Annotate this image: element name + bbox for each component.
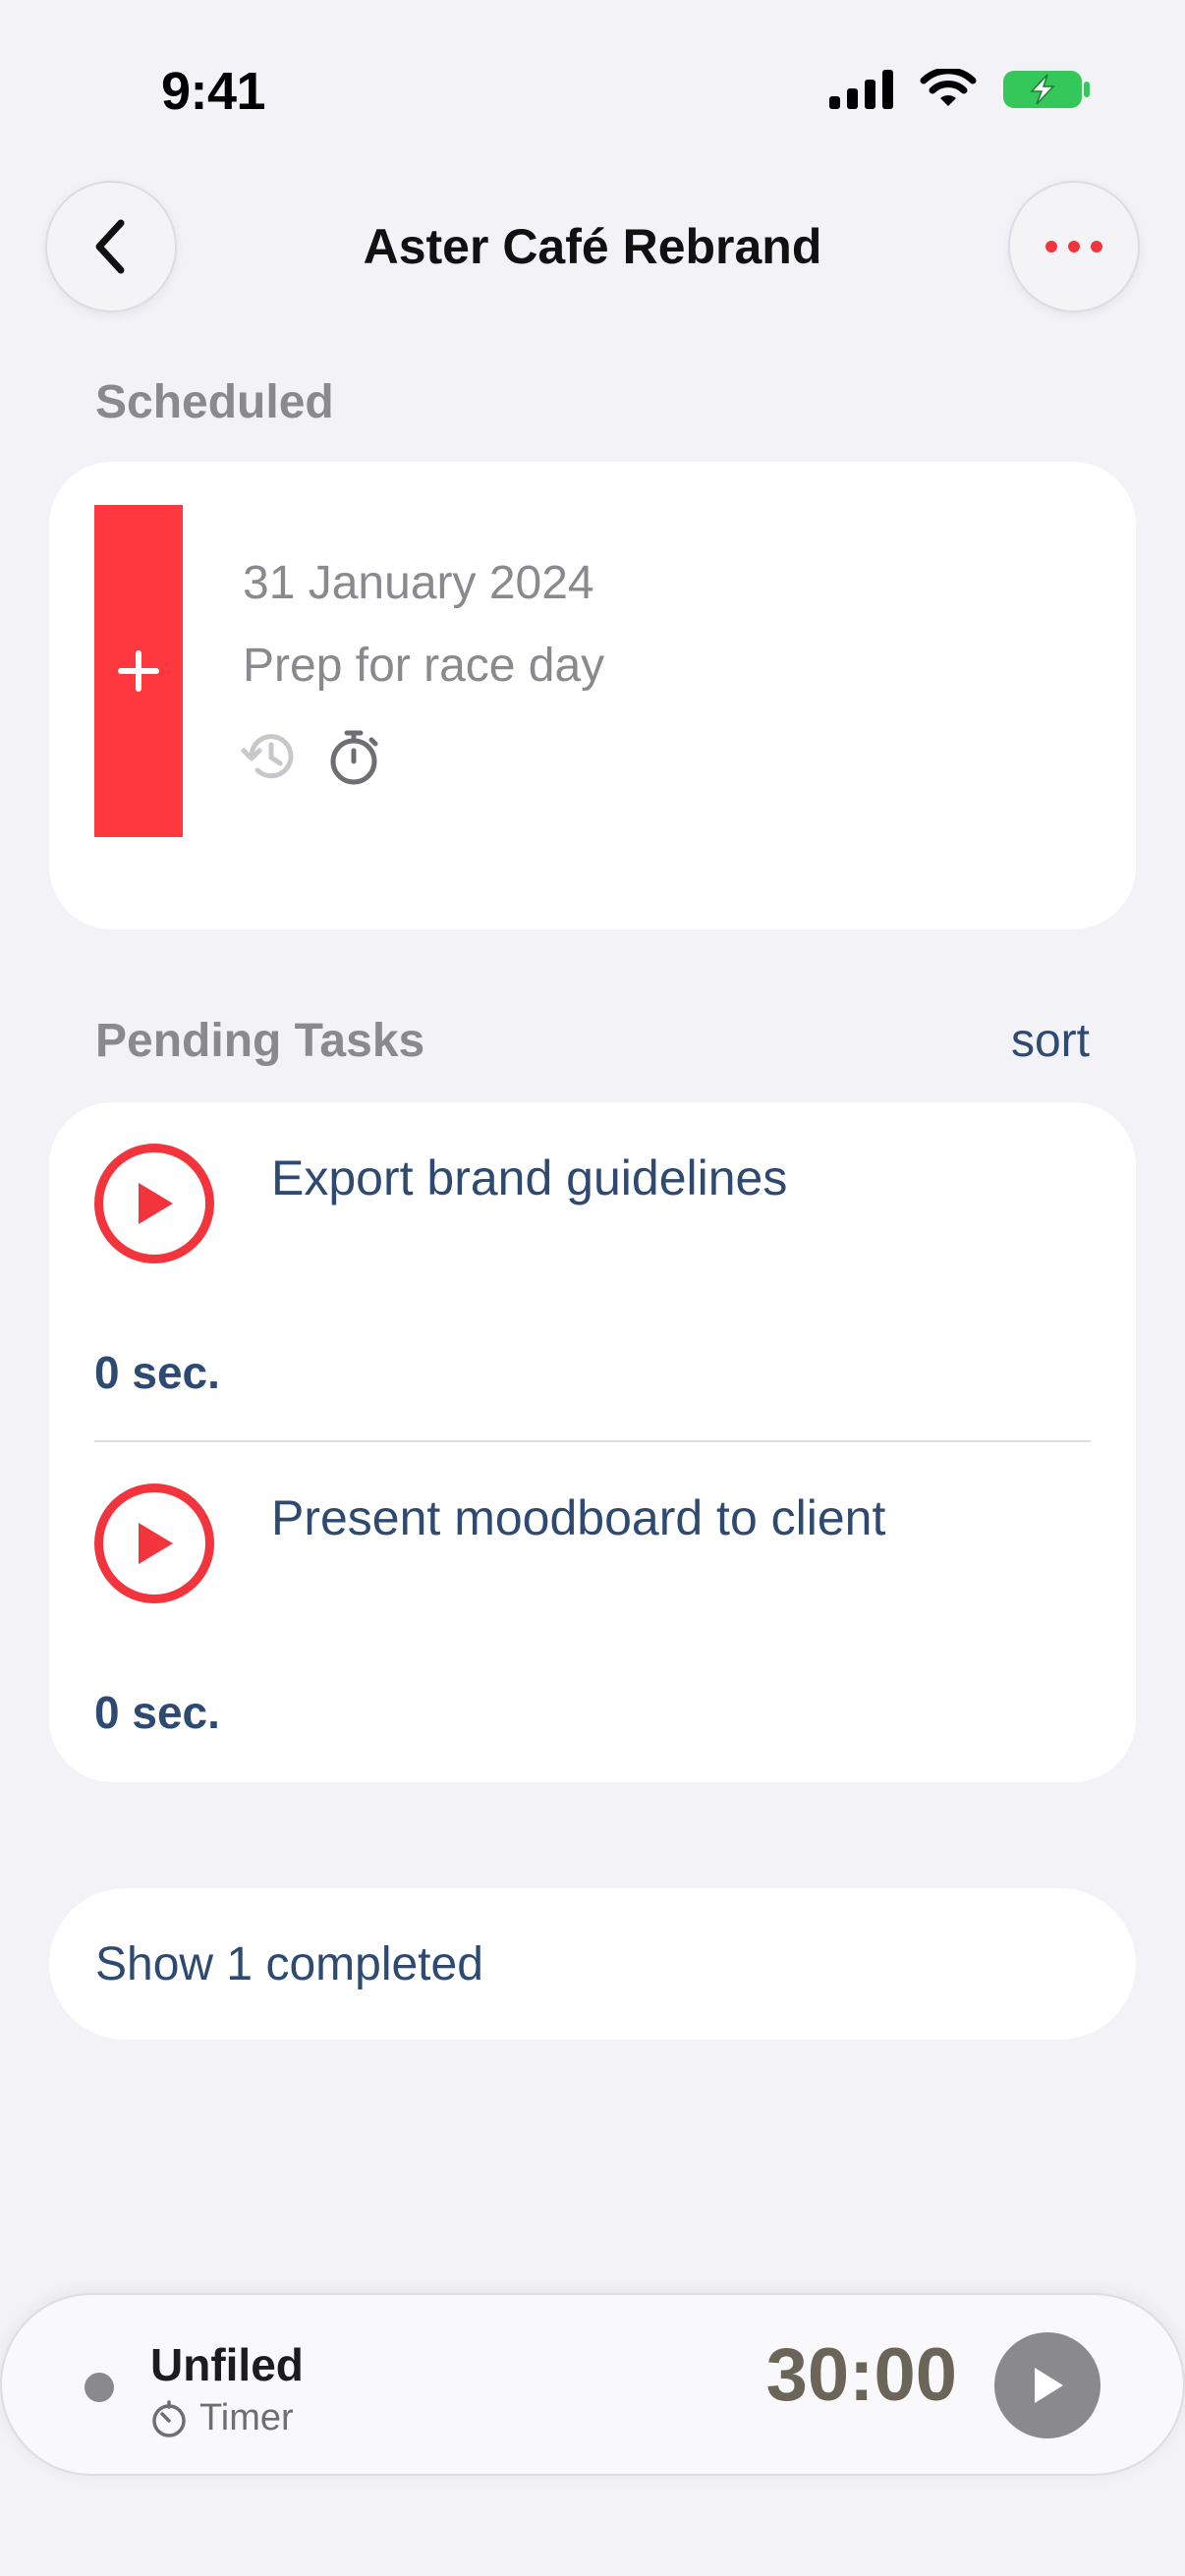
- add-scheduled-button[interactable]: [94, 505, 183, 837]
- show-completed-button[interactable]: Show 1 completed: [49, 1888, 1136, 2040]
- pending-tasks-list: Export brand guidelines 0 sec. Present m…: [49, 1102, 1136, 1782]
- task-duration: 0 sec.: [94, 1347, 220, 1398]
- more-options-button[interactable]: [1008, 181, 1140, 312]
- scheduled-name: Prep for race day: [243, 640, 605, 692]
- wifi-icon: [920, 69, 977, 106]
- plus-icon: [118, 650, 159, 692]
- history-icon[interactable]: [240, 727, 299, 786]
- cellular-signal-icon: [829, 70, 893, 109]
- battery-charging-icon: [1003, 71, 1090, 108]
- status-time: 9:41: [161, 62, 266, 121]
- task-title: Present moodboard to client: [271, 1490, 886, 1545]
- scheduled-card[interactable]: 31 January 2024 Prep for race day: [49, 462, 1136, 929]
- scheduled-date: 31 January 2024: [243, 557, 594, 609]
- ellipsis-icon: [1045, 241, 1102, 252]
- show-completed-label: Show 1 completed: [95, 1937, 483, 1990]
- project-color-dot: [85, 2373, 114, 2402]
- task-title: Export brand guidelines: [271, 1150, 788, 1205]
- play-icon: [1035, 2368, 1063, 2403]
- task-row[interactable]: Present moodboard to client 0 sec.: [49, 1442, 1136, 1782]
- task-row[interactable]: Export brand guidelines 0 sec.: [49, 1102, 1136, 1442]
- timer-project: Unfiled: [150, 2339, 304, 2390]
- play-icon: [139, 1523, 173, 1564]
- play-icon: [139, 1183, 173, 1224]
- task-play-button[interactable]: [94, 1484, 214, 1603]
- timer-play-button[interactable]: [994, 2332, 1100, 2438]
- status-icons: [829, 69, 1091, 110]
- timer-icon: [152, 2399, 186, 2437]
- stopwatch-icon[interactable]: [324, 727, 383, 788]
- task-duration: 0 sec.: [94, 1687, 220, 1738]
- timer-mode-label: Timer: [199, 2397, 294, 2438]
- task-play-button[interactable]: [94, 1144, 214, 1263]
- pending-tasks-header: Pending Tasks: [95, 1015, 425, 1067]
- timer-clock: 30:00: [765, 2333, 957, 2417]
- screen: 9:41 Aster Café Rebrand Scheduled 31 Jan…: [0, 0, 1185, 2576]
- scheduled-icons: [240, 727, 383, 788]
- scheduled-header: Scheduled: [95, 376, 334, 428]
- sort-button[interactable]: sort: [1011, 1014, 1090, 1068]
- timer-bar[interactable]: Unfiled Timer 30:00: [0, 2293, 1185, 2476]
- timer-mode: Timer: [150, 2397, 294, 2439]
